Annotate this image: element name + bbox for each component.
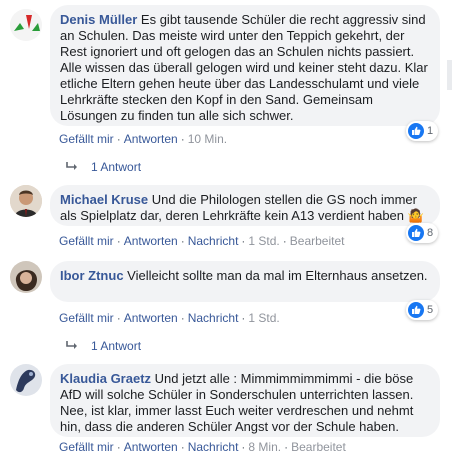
replies-count[interactable]: 1 Antwort [91,339,141,353]
reply-button[interactable]: Antworten [124,234,178,248]
comment-bubble: Michael Kruse Und die Philologen stellen… [50,185,440,226]
comment-author[interactable]: Michael Kruse [60,192,148,207]
replies-count[interactable]: 1 Antwort [91,160,141,174]
view-replies-link[interactable]: 1 Antwort [65,160,141,174]
avatar[interactable] [10,364,42,396]
message-button[interactable]: Nachricht [188,234,239,248]
avatar-image [10,364,42,396]
like-button[interactable]: Gefällt mir [59,440,114,454]
comment-text: Es gibt tausende Schüler die recht aggre… [60,12,428,123]
message-button[interactable]: Nachricht [188,311,239,325]
reply-button[interactable]: Antworten [124,311,178,325]
like-button[interactable]: Gefällt mir [59,311,114,325]
avatar-image [10,9,42,41]
avatar[interactable] [10,261,42,293]
like-icon [408,123,424,139]
reply-arrow-icon [66,162,77,170]
like-icon [408,225,424,241]
reaction-summary[interactable]: 5 [406,300,439,320]
comment-actions: Gefällt mir · Antworten · Nachricht · 8 Min. · B… [59,440,346,454]
comment-time[interactable]: 10 Min. [188,132,227,146]
reply-button[interactable]: Antworten [124,132,178,146]
comment-actions: Gefällt mir · Antworten · Nachricht · 1 Std. · B… [59,234,345,248]
avatar-image [10,261,42,293]
comment-text: Vielleicht sollte man da mal im Elternha… [127,268,428,283]
reaction-count: 8 [427,227,434,239]
reaction-count: 5 [427,304,434,316]
reaction-count: 1 [427,125,434,137]
comment-actions: Gefällt mir · Antworten · Nachricht · 1 Std. [59,311,280,325]
comment-author[interactable]: Ibor Ztnuc [60,268,124,283]
comment-bubble: Denis Müller Es gibt tausende Schüler di… [50,5,440,126]
avatar[interactable] [10,185,42,217]
comment-time[interactable]: 8 Min. [248,440,281,454]
like-icon [408,302,424,318]
comment-author[interactable]: Denis Müller [60,12,137,27]
comment-actions: Gefällt mir · Antworten · 10 Min. [59,132,228,146]
shrug-emoji-icon: 🤷 [407,208,424,223]
comment-time[interactable]: 1 Std. [248,234,279,248]
avatar-image [10,185,42,217]
comment-bubble: Ibor Ztnuc Vielleicht sollte man da mal … [50,261,440,302]
avatar[interactable] [10,9,42,41]
like-button[interactable]: Gefällt mir [59,234,114,248]
reply-button[interactable]: Antworten [124,440,178,454]
comment-bubble: Klaudia Graetz Und jetzt alle : Mimmimmi… [50,364,440,437]
reaction-summary[interactable]: 8 [406,223,439,243]
reaction-summary[interactable]: 1 [406,121,439,141]
view-replies-link[interactable]: 1 Antwort [65,339,141,353]
edited-label[interactable]: Bearbeitet [290,234,345,248]
like-button[interactable]: Gefällt mir [59,132,114,146]
reply-arrow-icon [66,341,77,349]
scrollbar-track[interactable] [447,60,452,90]
edited-label[interactable]: Bearbeitet [291,440,346,454]
comment-author[interactable]: Klaudia Graetz [60,371,151,386]
message-button[interactable]: Nachricht [188,440,239,454]
comment-time[interactable]: 1 Std. [248,311,279,325]
